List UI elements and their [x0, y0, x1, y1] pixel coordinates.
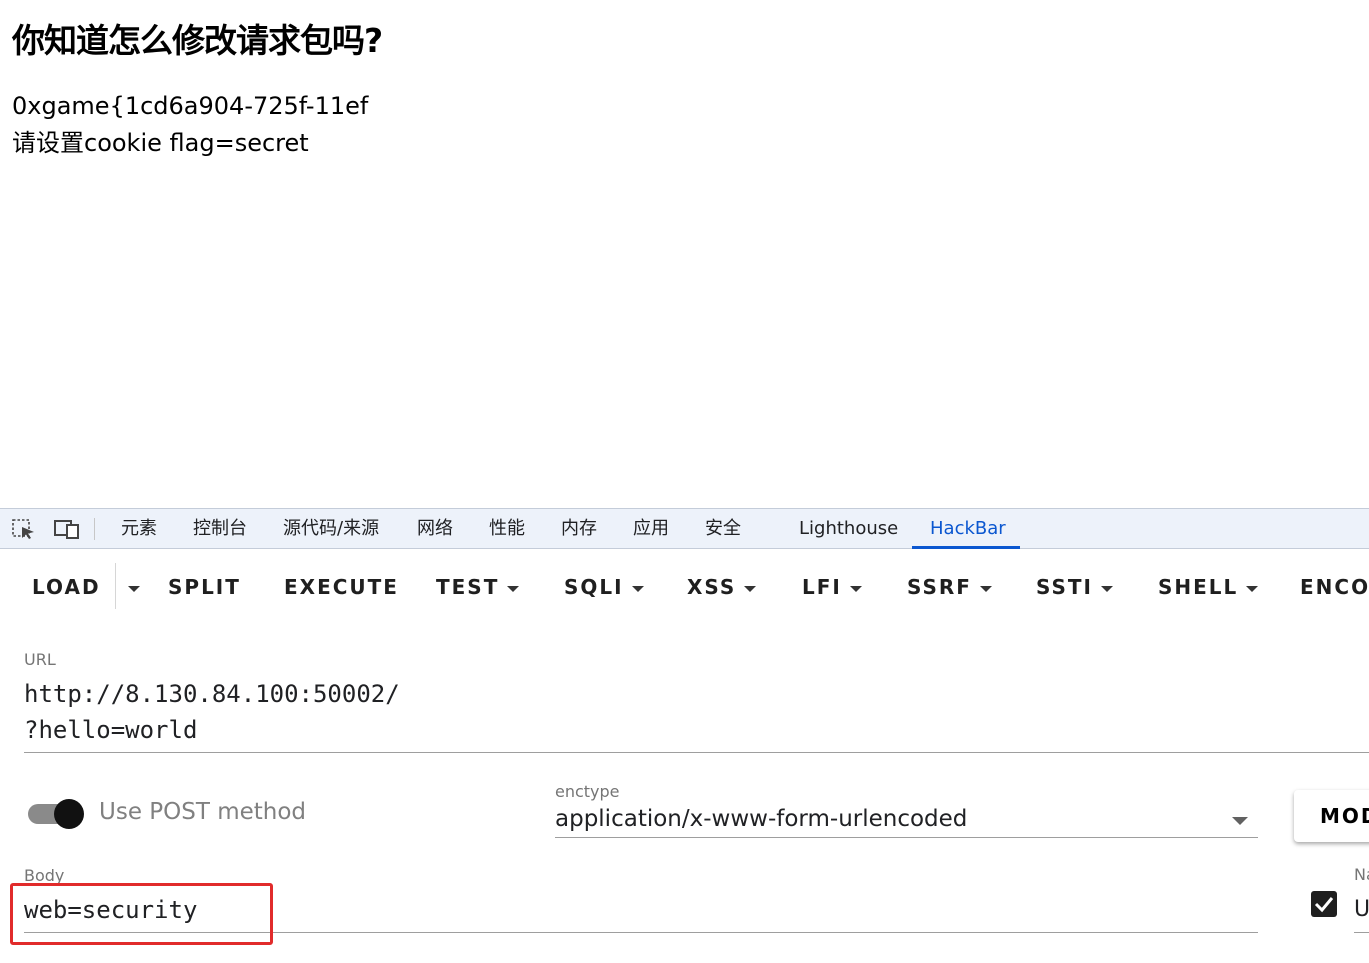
- active-tab-indicator: [912, 546, 1020, 549]
- ssrf-label: SSRF: [907, 575, 972, 599]
- tab-console[interactable]: 控制台: [193, 509, 247, 549]
- lfi-label: LFI: [802, 575, 842, 599]
- header-name-underline: [1354, 932, 1369, 933]
- ssti-menu-button[interactable]: SSTI: [1036, 570, 1113, 604]
- caret-down-icon: [507, 585, 520, 592]
- caret-down-icon: [849, 585, 862, 592]
- test-menu-button[interactable]: TEST: [436, 570, 520, 604]
- shell-menu-button[interactable]: SHELL: [1158, 570, 1259, 604]
- xss-menu-button[interactable]: XSS: [687, 570, 757, 604]
- enctype-label: enctype: [555, 782, 620, 801]
- load-dropdown-button[interactable]: [120, 570, 140, 604]
- caret-down-icon: [631, 585, 644, 592]
- encode-menu-button[interactable]: ENCOD: [1300, 570, 1369, 604]
- flag-text: 0xgame{1cd6a904-725f-11ef: [12, 92, 369, 120]
- toolbar-divider: [94, 518, 95, 540]
- page-heading: 你知道怎么修改请求包吗?: [12, 21, 383, 60]
- split-button[interactable]: SPLIT: [168, 570, 241, 604]
- caret-down-icon: [1101, 585, 1113, 592]
- load-button[interactable]: LOAD: [32, 570, 101, 604]
- caret-down-icon: [744, 585, 757, 592]
- lfi-menu-button[interactable]: LFI: [802, 570, 862, 604]
- highlight-box: [10, 883, 273, 945]
- header-name-input[interactable]: U: [1354, 897, 1369, 922]
- check-icon: [1314, 897, 1334, 913]
- load-split-divider: [115, 563, 116, 609]
- execute-button[interactable]: EXECUTE: [284, 570, 399, 604]
- device-toolbar-icon[interactable]: [54, 519, 79, 539]
- dropdown-arrow-icon: [1232, 817, 1248, 825]
- tab-memory[interactable]: 内存: [561, 509, 597, 549]
- sqli-menu-button[interactable]: SQLI: [564, 570, 644, 604]
- web-page: 你知道怎么修改请求包吗? 0xgame{1cd6a904-725f-11ef 请…: [0, 0, 1369, 508]
- post-method-label: Use POST method: [99, 799, 307, 825]
- enctype-underline: [555, 837, 1258, 838]
- tab-application[interactable]: 应用: [633, 509, 669, 549]
- url-line-2: ?hello=world: [24, 716, 198, 744]
- xss-label: XSS: [687, 575, 737, 599]
- test-label: TEST: [436, 575, 500, 599]
- caret-down-icon: [979, 585, 992, 592]
- tab-security[interactable]: 安全: [705, 509, 741, 549]
- caret-down-icon: [128, 585, 140, 592]
- tab-elements[interactable]: 元素: [121, 509, 157, 549]
- header-name-label: Na: [1354, 865, 1369, 884]
- enctype-value: application/x-www-form-urlencoded: [555, 806, 968, 832]
- ssrf-menu-button[interactable]: SSRF: [907, 570, 992, 604]
- tab-lighthouse[interactable]: Lighthouse: [799, 509, 898, 549]
- shell-label: SHELL: [1158, 575, 1239, 599]
- url-line-1: http://8.130.84.100:50002/: [24, 680, 400, 708]
- ssti-label: SSTI: [1036, 575, 1093, 599]
- hint-text: 请设置cookie flag=secret: [12, 129, 309, 157]
- tab-performance[interactable]: 性能: [489, 509, 525, 549]
- tab-hackbar[interactable]: HackBar: [930, 509, 1006, 549]
- url-label: URL: [24, 650, 56, 669]
- inspect-element-icon[interactable]: [12, 519, 36, 539]
- caret-down-icon: [1246, 585, 1259, 592]
- tab-network[interactable]: 网络: [417, 509, 453, 549]
- url-underline: [24, 752, 1369, 753]
- modify-header-button[interactable]: MOD: [1294, 790, 1369, 842]
- switch-knob: [54, 799, 84, 829]
- devtools-tabbar: 元素 控制台 源代码/来源 网络 性能 内存 应用 安全 Lighthouse …: [0, 508, 1369, 549]
- tab-sources[interactable]: 源代码/来源: [283, 509, 379, 549]
- sqli-label: SQLI: [564, 575, 624, 599]
- header-enable-checkbox[interactable]: [1311, 891, 1337, 917]
